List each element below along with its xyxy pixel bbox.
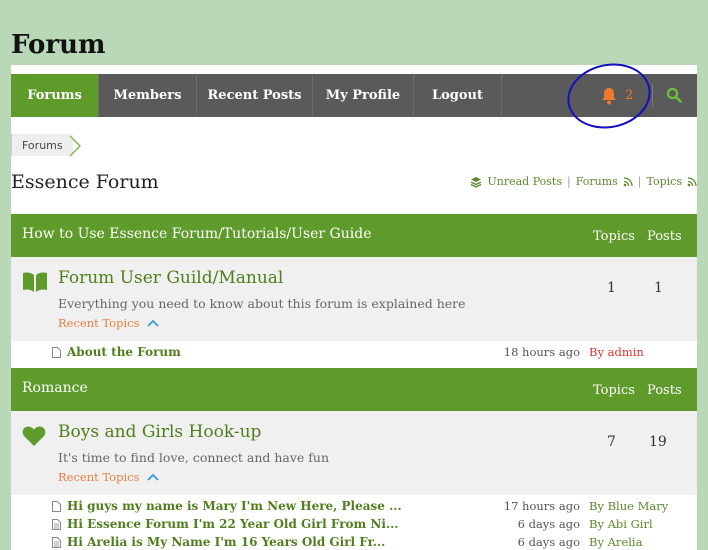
rss-icon [687, 176, 697, 186]
breadcrumb: Forums [11, 134, 81, 157]
recent-topics-toggle[interactable]: Recent Topics [58, 316, 160, 330]
search-button[interactable] [666, 87, 682, 107]
nav-members[interactable]: Members [99, 74, 197, 117]
breadcrumb-forums[interactable]: Forums [11, 134, 73, 156]
book-icon [23, 272, 47, 292]
posts-column-label: Posts [647, 383, 682, 398]
forum-description: It's time to find love, connect and have… [58, 450, 330, 465]
recent-topics-toggle[interactable]: Recent Topics [58, 470, 160, 484]
document-text-icon [52, 519, 61, 530]
topic-count: 7 [607, 434, 616, 450]
notification-count: 2 [625, 88, 634, 103]
link-separator: | [637, 175, 642, 188]
main-nav: Forums Members Recent Posts My Profile L… [11, 55, 697, 137]
recent-topics-label: Recent Topics [58, 470, 140, 484]
recent-topics-label: Recent Topics [58, 316, 140, 330]
topic-author[interactable]: By Abi Girl [589, 517, 653, 531]
notification-bell[interactable]: 2 [599, 74, 633, 117]
topic-author[interactable]: By Blue Mary [589, 499, 668, 513]
forum-row: Forum User Guild/Manual Everything you n… [11, 257, 697, 341]
posts-column-label: Posts [647, 229, 682, 244]
topic-row: Hi guys my name is Mary I'm New Here, Pl… [11, 498, 697, 516]
document-text-icon [52, 537, 61, 548]
forum-name: Essence Forum [11, 171, 159, 193]
topic-time: 6 days ago [517, 517, 580, 531]
topic-time: 18 hours ago [503, 345, 580, 359]
link-separator: | [567, 175, 571, 188]
chevron-up-icon [147, 319, 160, 327]
rss-icon [623, 176, 633, 186]
topic-title[interactable]: Hi guys my name is Mary I'm New Here, Pl… [67, 499, 402, 513]
chevron-right-icon [69, 135, 81, 157]
quick-links: Unread Posts | Forums | Topics [470, 175, 697, 188]
topic-row: Hi Essence Forum I'm 22 Year Old Girl Fr… [11, 516, 697, 534]
topics-column-label: Topics [593, 229, 635, 244]
category-title[interactable]: How to Use Essence Forum/Tutorials/User … [22, 226, 371, 242]
topic-row: About the Forum 18 hours ago By admin [11, 344, 697, 362]
page-title: Forum [11, 30, 106, 60]
forum-panel: Forums Members Recent Posts My Profile L… [11, 55, 697, 550]
forum-description: Everything you need to know about this f… [58, 296, 466, 311]
category-title[interactable]: Romance [22, 380, 88, 396]
document-icon [52, 347, 61, 358]
forum-title[interactable]: Forum User Guild/Manual [58, 268, 283, 288]
nav-divider [652, 84, 653, 107]
post-count: 19 [649, 434, 667, 450]
category-header: Romance Topics Posts [11, 368, 697, 411]
topics-column-label: Topics [593, 383, 635, 398]
unread-posts-link[interactable]: Unread Posts [487, 175, 562, 188]
nav-recent-posts[interactable]: Recent Posts [197, 74, 313, 117]
layers-icon [471, 176, 482, 188]
nav-my-profile[interactable]: My Profile [313, 74, 414, 117]
heart-icon [22, 426, 46, 446]
forum-row: Boys and Girls Hook-up It's time to find… [11, 411, 697, 495]
topic-title[interactable]: Hi Arelia is My Name I'm 16 Years Old Gi… [67, 535, 385, 549]
topic-title[interactable]: Hi Essence Forum I'm 22 Year Old Girl Fr… [67, 517, 399, 531]
topic-author[interactable]: By Arelia [589, 535, 642, 549]
chevron-up-icon [147, 473, 160, 481]
topic-count: 1 [607, 280, 616, 296]
category-header: How to Use Essence Forum/Tutorials/User … [11, 214, 697, 257]
bell-icon [602, 87, 616, 104]
post-count: 1 [654, 280, 663, 296]
nav-logout[interactable]: Logout [414, 74, 502, 117]
search-icon [666, 87, 682, 103]
document-icon [52, 501, 61, 512]
topic-author[interactable]: By admin [589, 345, 644, 359]
forums-feed-link[interactable]: Forums [576, 175, 618, 188]
nav-forums[interactable]: Forums [11, 74, 99, 117]
topic-row: Hi Arelia is My Name I'm 16 Years Old Gi… [11, 534, 697, 550]
forum-title[interactable]: Boys and Girls Hook-up [58, 422, 261, 442]
topic-title[interactable]: About the Forum [67, 345, 181, 359]
topic-time: 17 hours ago [503, 499, 580, 513]
topics-feed-link[interactable]: Topics [647, 175, 682, 188]
topic-time: 6 days ago [517, 535, 580, 549]
